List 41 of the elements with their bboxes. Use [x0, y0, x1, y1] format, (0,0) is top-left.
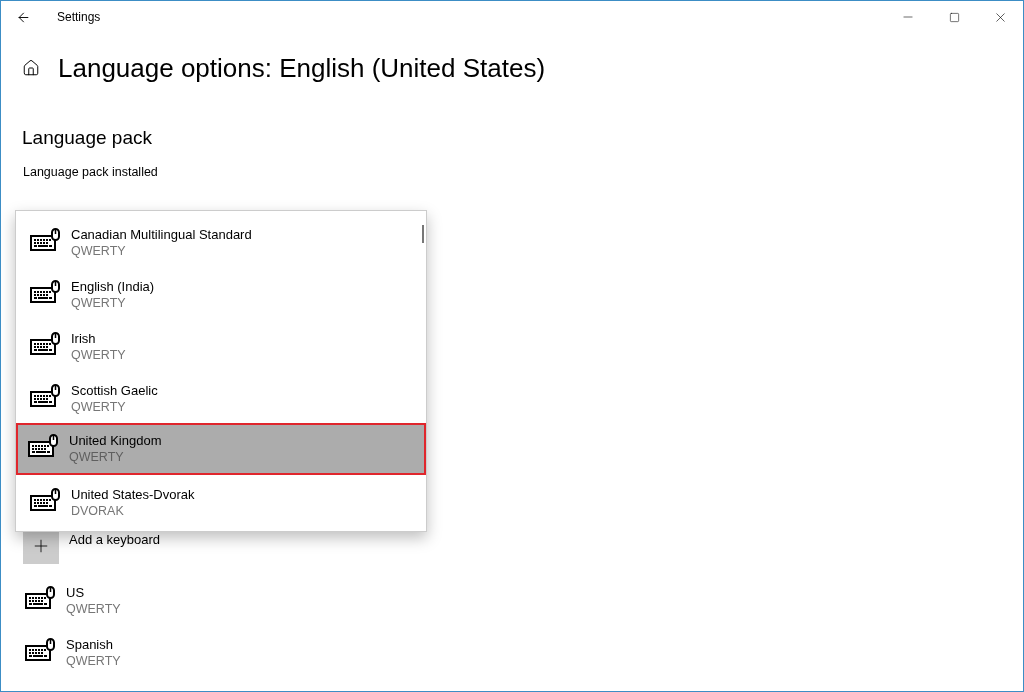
dropdown-item[interactable]: Canadian Multilingual Standard QWERTY [16, 215, 426, 267]
keyboard-name: Canadian Multilingual Standard [71, 226, 252, 243]
keyboard-layout: QWERTY [66, 652, 121, 670]
keyboard-name: US [66, 583, 86, 601]
page-title: Language options: English (United States) [58, 52, 546, 85]
keyboard-name: Scottish Gaelic [71, 382, 158, 399]
status-text: Language pack installed [23, 164, 159, 181]
dropdown-item[interactable]: United States-Dvorak DVORAK [16, 475, 426, 527]
dropdown-item[interactable]: United Kingdom QWERTY [16, 423, 426, 475]
keyboard-icon [30, 384, 60, 408]
keyboard-icon [30, 488, 60, 512]
keyboard-name: United Kingdom [69, 432, 162, 449]
keyboard-layout: DVORAK [71, 503, 125, 520]
keyboard-icon [25, 637, 55, 662]
dropdown-item[interactable]: Irish QWERTY [16, 319, 426, 371]
window-title: Settings [57, 9, 101, 26]
keyboard-layout: QWERTY [71, 399, 127, 416]
dropdown-item[interactable]: English (India) QWERTY [16, 267, 426, 319]
keyboard-list-item[interactable]: Spanish QWERTY [22, 635, 322, 670]
keyboard-layout: QWERTY [66, 600, 121, 618]
keyboard-layout: QWERTY [71, 295, 127, 312]
keyboard-icon [30, 332, 60, 356]
keyboard-icon [25, 585, 55, 610]
keyboard-layout: QWERTY [71, 347, 126, 364]
scrollbar-thumb[interactable] [422, 225, 424, 243]
keyboard-name: Irish [71, 330, 97, 347]
keyboard-name: English (India) [71, 278, 155, 295]
keyboard-list-item[interactable]: US QWERTY [22, 583, 322, 618]
keyboard-name: Spanish [66, 635, 114, 653]
keyboard-icon [28, 434, 58, 458]
keyboard-icon [30, 228, 60, 252]
back-arrow-icon [15, 9, 31, 25]
keyboard-layout: QWERTY [69, 449, 125, 466]
keyboard-name: United States-Dvorak [71, 486, 195, 503]
add-keyboard-label[interactable]: Add a keyboard [69, 529, 161, 550]
maximize-icon [948, 11, 960, 23]
section-heading: Language pack [22, 126, 153, 150]
dropdown-item[interactable]: Scottish Gaelic QWERTY [16, 371, 426, 423]
home-icon[interactable] [22, 59, 40, 77]
keyboard-icon [30, 280, 60, 304]
keyboard-layout: QWERTY [71, 243, 127, 260]
